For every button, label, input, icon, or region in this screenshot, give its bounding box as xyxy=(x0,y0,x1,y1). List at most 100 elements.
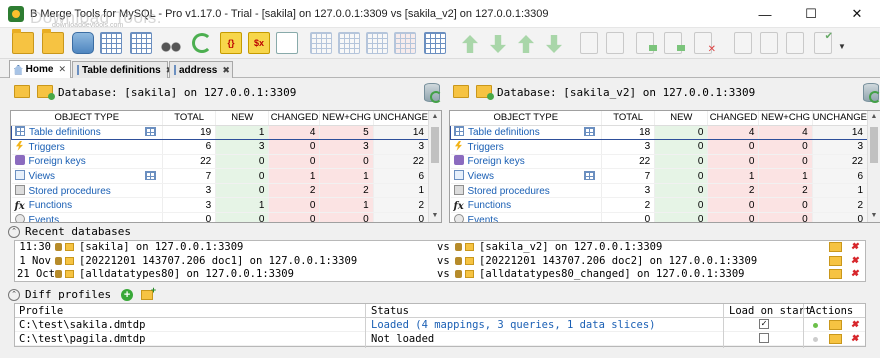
newchg-count[interactable]: 0 xyxy=(758,212,813,222)
next-diff-icon[interactable] xyxy=(490,35,506,53)
column-header[interactable]: NEW xyxy=(654,111,709,126)
total-count[interactable]: 0 xyxy=(162,212,217,222)
tab-home[interactable]: Home ✕ xyxy=(9,60,71,78)
grid-view-icon[interactable] xyxy=(310,32,332,54)
new-count[interactable]: 1 xyxy=(215,124,270,141)
scrollbar[interactable]: ▲ ▼ xyxy=(867,111,880,222)
page-icon[interactable] xyxy=(580,32,598,54)
collapse-icon[interactable]: ⌃ xyxy=(8,288,20,301)
unchanged-count[interactable]: 2 xyxy=(812,197,869,214)
grid-view-changed-icon[interactable] xyxy=(366,32,388,54)
changed-count[interactable]: 0 xyxy=(707,212,760,222)
changed-count[interactable]: 0 xyxy=(268,139,321,155)
table-settings-icon[interactable] xyxy=(130,32,152,54)
object-type-cell[interactable]: Table definitions xyxy=(450,124,603,141)
object-type-row[interactable]: fx Functions 2 0 0 0 2 xyxy=(450,197,869,214)
newchg-count[interactable]: 2 xyxy=(758,183,813,199)
changed-count[interactable]: 4 xyxy=(268,124,321,141)
object-type-row[interactable]: fx Functions 3 1 0 1 2 xyxy=(11,197,430,214)
collapse-icon[interactable]: ⌃ xyxy=(8,225,20,238)
profile-path[interactable]: C:\test\pagila.dmtdp xyxy=(19,333,145,345)
load-on-start-checkbox[interactable] xyxy=(759,333,769,343)
scroll-up-icon[interactable]: ▲ xyxy=(429,111,441,123)
delete-icon[interactable]: ✖ xyxy=(851,267,858,280)
page-copy-icon[interactable] xyxy=(606,32,624,54)
first-diff-icon[interactable] xyxy=(518,35,534,53)
load-on-start-checkbox[interactable]: ✓ xyxy=(759,319,769,329)
object-type-row[interactable]: Events 0 0 0 0 0 xyxy=(450,212,869,222)
column-header[interactable]: NEW+CHG xyxy=(319,111,374,126)
object-type-cell[interactable]: Foreign keys xyxy=(450,154,603,170)
binoculars-icon[interactable] xyxy=(160,32,182,54)
newchg-count[interactable]: 5 xyxy=(319,124,374,141)
object-type-row[interactable]: Triggers 3 0 0 0 3 xyxy=(450,139,869,155)
new-count[interactable]: 0 xyxy=(215,154,270,170)
object-type-cell[interactable]: Stored procedures xyxy=(11,183,164,199)
column-header[interactable]: CHANGED xyxy=(707,111,760,126)
newchg-count[interactable]: 0 xyxy=(319,212,374,222)
total-count[interactable]: 3 xyxy=(601,183,656,199)
total-count[interactable]: 22 xyxy=(162,154,217,170)
scroll-thumb[interactable] xyxy=(870,127,878,163)
scroll-down-icon[interactable]: ▼ xyxy=(429,210,441,222)
object-type-row[interactable]: Events 0 0 0 0 0 xyxy=(11,212,430,222)
recent-database-row[interactable]: 1 Nov [20221201 143707.206 doc1] on 127.0… xyxy=(15,254,865,269)
recent-database-row[interactable]: 21 Oct [alldatatypes80] on 127.0.0.1:3309… xyxy=(15,267,865,282)
recent-folder-icon[interactable] xyxy=(37,85,55,100)
changed-count[interactable]: 0 xyxy=(268,212,321,222)
maximize-button[interactable]: ☐ xyxy=(788,0,834,28)
scroll-down-icon[interactable]: ▼ xyxy=(868,210,880,222)
newchg-count[interactable]: 1 xyxy=(319,197,374,214)
unchanged-count[interactable]: 0 xyxy=(812,212,869,222)
column-header[interactable]: CHANGED xyxy=(268,111,321,126)
recent-right-database[interactable]: [20221201 143707.206 doc2] on 127.0.0.1:… xyxy=(479,255,757,267)
unchanged-count[interactable]: 22 xyxy=(373,154,430,170)
profile-path[interactable]: C:\test\sakila.dmtdp xyxy=(19,319,145,331)
object-type-cell[interactable]: Triggers xyxy=(11,139,164,155)
open-icon[interactable] xyxy=(829,255,842,269)
load-on-start-column-header[interactable]: Load on start xyxy=(729,305,811,317)
scrollbar[interactable]: ▲ ▼ xyxy=(428,111,441,222)
database-refresh-icon[interactable] xyxy=(424,83,442,103)
changed-count[interactable]: 2 xyxy=(268,183,321,199)
total-count[interactable]: 22 xyxy=(601,154,656,170)
delete-icon[interactable]: ✖ xyxy=(851,318,858,331)
changed-count[interactable]: 1 xyxy=(707,168,760,184)
document-copy-icon[interactable] xyxy=(760,32,778,54)
close-icon[interactable]: ✕ xyxy=(58,64,66,75)
changed-count[interactable]: 1 xyxy=(268,168,321,184)
unchanged-count[interactable]: 1 xyxy=(812,183,869,199)
object-type-row[interactable]: Table definitions 18 0 4 4 14 xyxy=(450,124,869,141)
delete-icon[interactable]: ✖ xyxy=(851,332,858,345)
total-count[interactable]: 3 xyxy=(162,197,217,214)
object-type-cell[interactable]: Stored procedures xyxy=(450,183,603,199)
changed-count[interactable]: 0 xyxy=(707,197,760,214)
column-header[interactable]: TOTAL xyxy=(162,111,217,126)
unchanged-count[interactable]: 6 xyxy=(373,168,430,184)
recent-left-database[interactable]: [20221201 143707.206 doc1] on 127.0.0.1:… xyxy=(79,255,357,267)
grid-view-new-icon[interactable] xyxy=(338,32,360,54)
object-type-row[interactable]: Views 7 0 1 1 6 xyxy=(11,168,430,184)
recent-left-database[interactable]: [alldatatypes80] on 127.0.0.1:3309 xyxy=(79,268,294,280)
open-grid-icon[interactable] xyxy=(145,171,157,181)
open-grid-icon[interactable] xyxy=(145,127,157,137)
changed-count[interactable]: 0 xyxy=(268,154,321,170)
profile-row[interactable]: C:\test\pagila.dmtdp Not loaded ✖ xyxy=(15,332,865,346)
profile-status[interactable]: Loaded (4 mappings, 3 queries, 1 data sl… xyxy=(371,319,655,331)
object-type-row[interactable]: Stored procedures 3 0 2 2 1 xyxy=(450,183,869,199)
actions-column-header[interactable]: Actions xyxy=(809,305,853,317)
merge-right-icon[interactable] xyxy=(664,32,685,54)
total-count[interactable]: 0 xyxy=(601,212,656,222)
profile-row[interactable]: C:\test\sakila.dmtdp Loaded (4 mappings, … xyxy=(15,318,865,332)
close-icon[interactable]: ✖ xyxy=(222,65,230,76)
open-folder-icon[interactable] xyxy=(14,85,30,98)
minimize-button[interactable]: — xyxy=(742,0,788,28)
document-check-icon[interactable] xyxy=(814,31,833,54)
open-profile-icon[interactable] xyxy=(141,285,156,300)
total-count[interactable]: 19 xyxy=(162,124,217,141)
newchg-count[interactable]: 0 xyxy=(319,154,374,170)
changed-count[interactable]: 0 xyxy=(268,197,321,214)
close-button[interactable]: ✕ xyxy=(834,0,880,28)
unchanged-count[interactable]: 14 xyxy=(812,124,869,141)
object-type-cell[interactable]: fx Functions xyxy=(11,197,164,214)
